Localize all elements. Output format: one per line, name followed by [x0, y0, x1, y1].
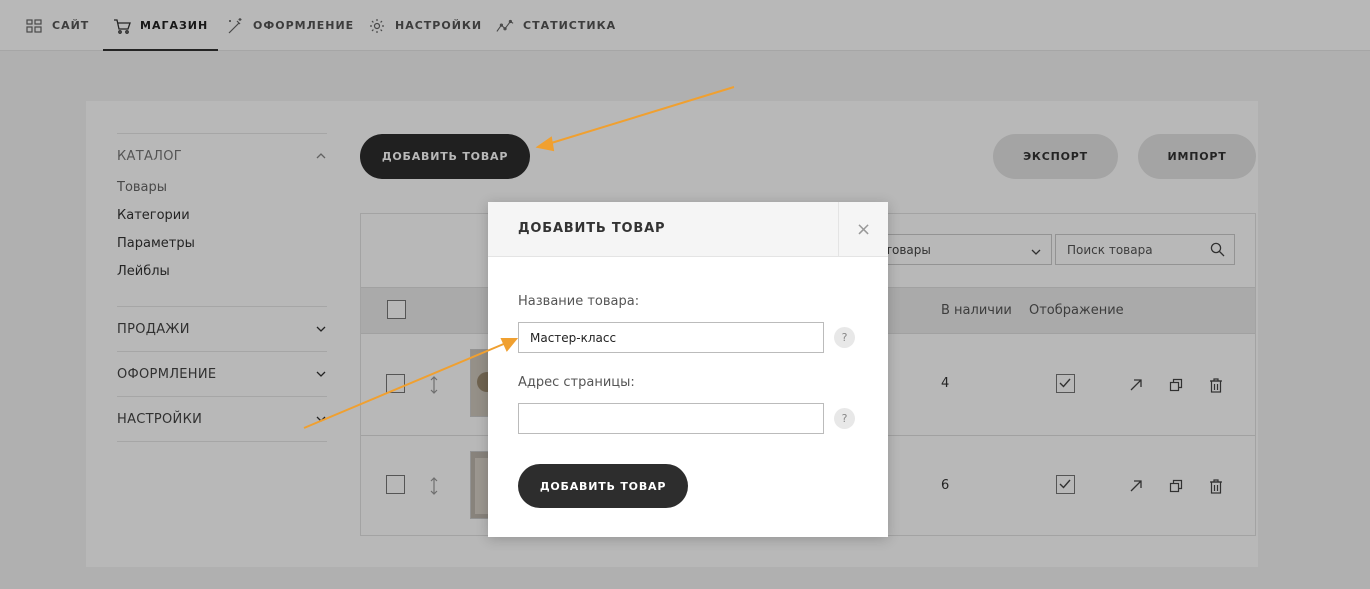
- annotation-arrow-to-add-button: [547, 86, 735, 145]
- annotation-arrow-to-name-input: [303, 342, 507, 429]
- annotation-arrows: [303, 86, 735, 429]
- annotation-arrowhead: [500, 338, 519, 352]
- annotation-arrowhead: [535, 136, 555, 152]
